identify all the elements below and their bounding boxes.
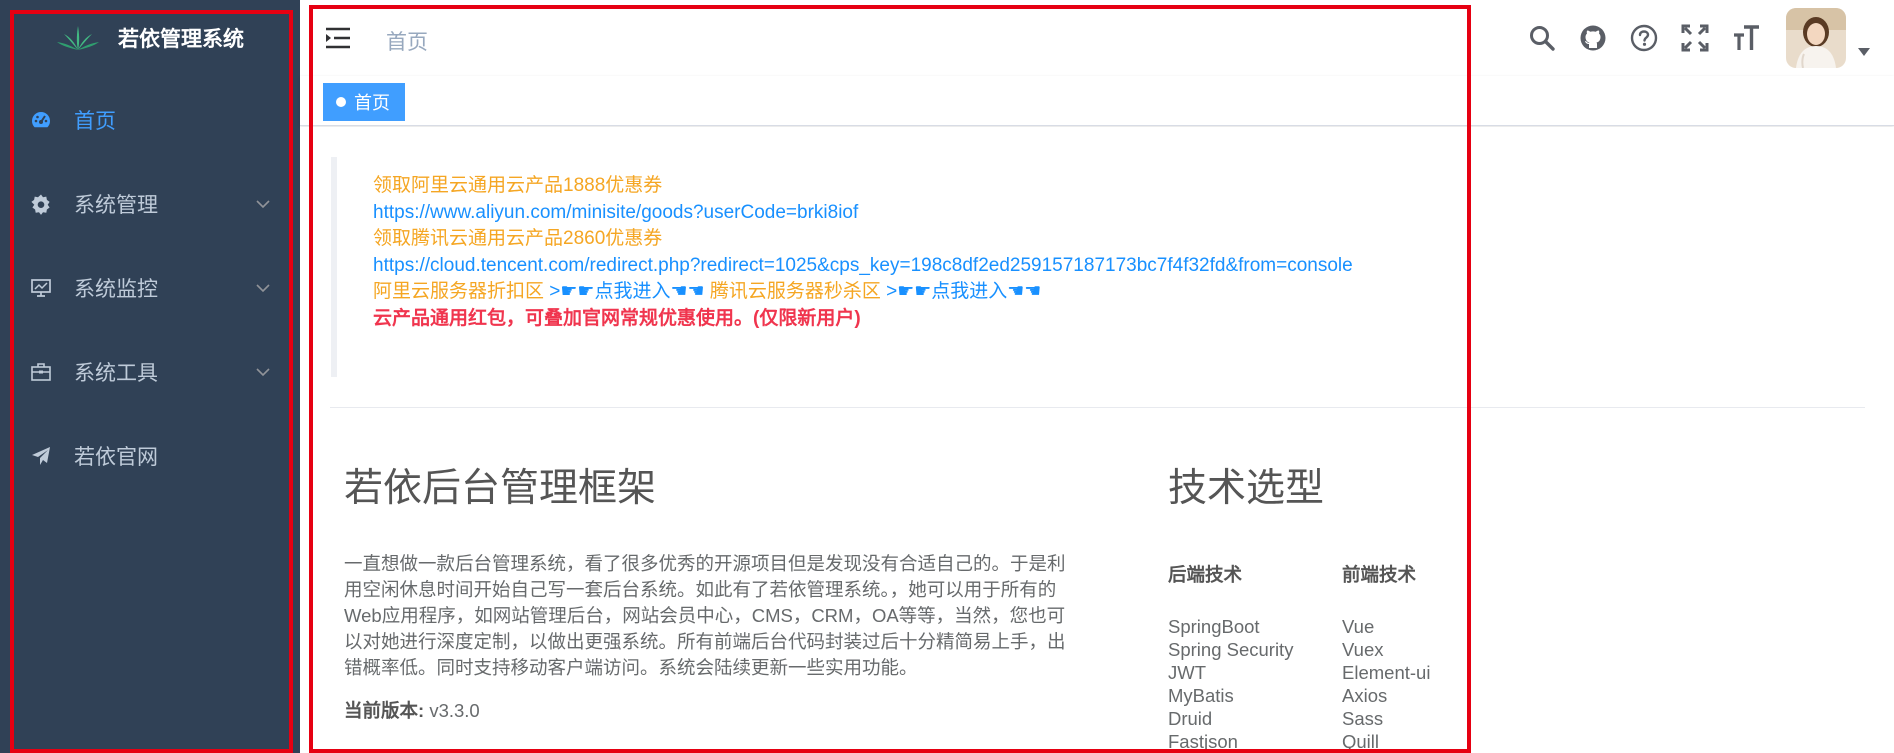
promo-aliyun-title: 领取阿里云通用云产品1888优惠券 [373, 175, 663, 196]
sidebar-item-home[interactable]: 首页 [0, 78, 300, 162]
list-item: Spring Security [1168, 639, 1294, 660]
font-size-icon[interactable] [1731, 23, 1761, 53]
sidebar-item-label: 系统工具 [74, 362, 158, 385]
list-item: Element-ui [1342, 662, 1431, 683]
tag-label: 首页 [354, 93, 390, 113]
promo-tencent-server-label: 腾讯云服务器秒杀区 [709, 281, 881, 302]
app-title: 若依管理系统 [118, 28, 244, 51]
sidebar-logo[interactable]: 若依管理系统 [0, 0, 300, 76]
paper-plane-icon [30, 445, 52, 467]
promo-tencent-title: 领取腾讯云通用云产品2860优惠券 [373, 228, 663, 249]
tech-columns: 后端技术 SpringBoot Spring Security JWT MyBa… [1168, 561, 1548, 753]
tech-title: 技术选型 [1168, 467, 1325, 510]
current-version: 当前版本: v3.3.0 [344, 697, 1074, 723]
promo-tencent-server-link[interactable]: >☛☛点我进入☚☚ [886, 281, 1041, 302]
sidebar-menu: 首页 系统管理 系统监控 系统工具 若依官网 [0, 78, 300, 498]
list-item: Druid [1168, 708, 1213, 729]
promo-redpacket: 云产品通用红包，可叠加官网常规优惠使用。(仅限新用户) [373, 307, 861, 329]
logo-icon [57, 26, 99, 50]
version-label: 当前版本: [344, 700, 425, 721]
hamburger-icon[interactable] [325, 26, 351, 50]
tech-section: 技术选型 后端技术 SpringBoot Spring Security JWT… [1168, 457, 1548, 753]
list-item: Fastjson [1168, 731, 1238, 752]
promo-notice: 领取阿里云通用云产品1888优惠券 https://www.aliyun.com… [331, 157, 1771, 377]
promo-aliyun-server-label: 阿里云服务器折扣区 [373, 281, 545, 302]
tag-home[interactable]: 首页 [323, 83, 405, 121]
list-item: Axios [1342, 685, 1388, 706]
promo-server-row: 阿里云服务器折扣区 >☛☛点我进入☚☚ 腾讯云服务器秒杀区 >☛☛点我进入☚☚ [373, 279, 1771, 306]
caret-down-icon[interactable] [1858, 48, 1870, 56]
list-item: Vuex [1342, 639, 1384, 660]
frontend-tech: 前端技术 Vue Vuex Element-ui Axios Sass Quil… [1342, 561, 1516, 753]
sidebar-item-system-monitor[interactable]: 系统监控 [0, 246, 300, 330]
monitor-icon [30, 277, 52, 299]
sidebar-item-ruoyi-site[interactable]: 若依官网 [0, 414, 300, 498]
divider [330, 407, 1865, 408]
gear-icon [30, 193, 52, 215]
fullscreen-icon[interactable] [1680, 23, 1710, 53]
breadcrumb: 首页 [386, 31, 428, 54]
intro-title: 若依后台管理框架 [344, 467, 657, 510]
list-item: Sass [1342, 708, 1384, 729]
list-item: MyBatis [1168, 685, 1234, 706]
sidebar: 若依管理系统 首页 系统管理 系统监控 系统工具 若依官网 [0, 0, 300, 753]
chevron-down-icon [256, 200, 270, 209]
sidebar-item-label: 首页 [74, 110, 116, 133]
list-item: Vue [1342, 616, 1375, 637]
search-icon[interactable] [1527, 23, 1557, 53]
list-item: SpringBoot [1168, 616, 1260, 637]
navbar-right-menu [1527, 0, 1894, 76]
sidebar-item-system-management[interactable]: 系统管理 [0, 162, 300, 246]
chevron-down-icon [256, 284, 270, 293]
frontend-tech-title: 前端技术 [1342, 564, 1417, 585]
sidebar-item-label: 系统管理 [74, 194, 158, 217]
github-icon[interactable] [1578, 23, 1608, 53]
version-value: v3.3.0 [429, 700, 480, 721]
intro-section: 若依后台管理框架 一直想做一款后台管理系统，看了很多优秀的开源项目但是发现没有合… [344, 457, 1074, 723]
promo-aliyun-server-link[interactable]: >☛☛点我进入☚☚ [549, 281, 704, 302]
navbar: 首页 [300, 0, 1894, 76]
backend-tech-title: 后端技术 [1168, 564, 1243, 585]
sidebar-item-label: 若依官网 [74, 446, 158, 469]
backend-tech: 后端技术 SpringBoot Spring Security JWT MyBa… [1168, 561, 1342, 753]
app-root: 若依管理系统 首页 系统管理 系统监控 系统工具 若依官网 首页 首页 领取阿里… [0, 0, 1894, 753]
sidebar-item-system-tools[interactable]: 系统工具 [0, 330, 300, 414]
list-item: JWT [1168, 662, 1207, 683]
promo-tencent-link[interactable]: https://cloud.tencent.com/redirect.php?r… [373, 253, 1771, 280]
toolbox-icon [30, 361, 52, 383]
tag-active-dot [336, 97, 346, 107]
dashboard-icon [30, 109, 52, 131]
sidebar-item-label: 系统监控 [74, 278, 158, 301]
main-content: 领取阿里云通用云产品1888优惠券 https://www.aliyun.com… [300, 127, 1894, 753]
avatar[interactable] [1786, 8, 1846, 68]
intro-description: 一直想做一款后台管理系统，看了很多优秀的开源项目但是发现没有合适自己的。于是利用… [344, 553, 1066, 678]
chevron-down-icon [256, 368, 270, 377]
tags-view: 首页 [300, 76, 1894, 126]
question-icon[interactable] [1629, 23, 1659, 53]
list-item: Quill [1342, 731, 1380, 752]
promo-aliyun-link[interactable]: https://www.aliyun.com/minisite/goods?us… [373, 200, 1771, 227]
